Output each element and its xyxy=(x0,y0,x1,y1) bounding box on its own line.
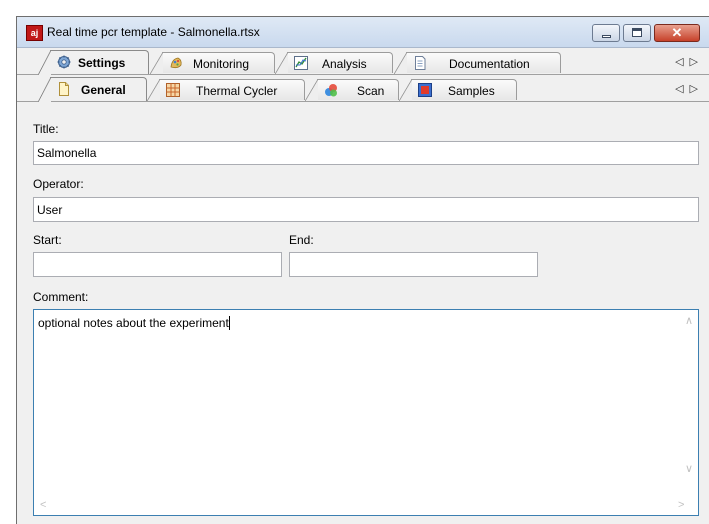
tab-settings-label: Settings xyxy=(78,56,126,70)
minimize-icon xyxy=(602,35,611,38)
window-title: Real time pcr template - Salmonella.rtsx xyxy=(47,25,260,39)
monitoring-icon xyxy=(170,57,182,69)
tab-scan-label: Scan xyxy=(357,84,385,98)
general-page-icon xyxy=(59,82,69,96)
tab-monitoring-label: Monitoring xyxy=(193,57,250,71)
comment-text: optional notes about the experiment xyxy=(38,316,229,330)
tab-thermal-cycler-label: Thermal Cycler xyxy=(196,84,278,98)
tab-analysis[interactable]: Analysis xyxy=(275,52,393,74)
thermal-cycler-grid-icon xyxy=(166,83,180,97)
vertical-scrollbar[interactable]: ∧ ∨ xyxy=(681,310,698,497)
close-button[interactable]: ✕ xyxy=(654,24,700,42)
tab-scan[interactable]: Scan xyxy=(305,79,399,101)
minimize-button[interactable] xyxy=(592,24,620,42)
samples-icon xyxy=(418,83,432,97)
title-label: Title: xyxy=(33,122,59,136)
text-caret xyxy=(228,316,230,330)
maximize-icon xyxy=(632,28,642,37)
tab-documentation-label: Documentation xyxy=(449,57,530,71)
scan-icon xyxy=(325,84,337,97)
tab-monitoring[interactable]: Monitoring xyxy=(150,52,275,74)
tab-analysis-label: Analysis xyxy=(322,57,367,71)
tab-samples-label: Samples xyxy=(448,84,495,98)
end-field[interactable] xyxy=(289,252,538,277)
operator-label: Operator: xyxy=(33,177,84,191)
document-icon xyxy=(415,56,426,70)
close-icon: ✕ xyxy=(671,25,683,40)
tab-samples[interactable]: Samples xyxy=(399,79,517,101)
tab-settings[interactable]: Settings xyxy=(38,50,149,75)
tab-thermal-cycler[interactable]: Thermal Cycler xyxy=(147,79,305,101)
scroll-down-icon[interactable]: ∨ xyxy=(685,462,693,475)
title-bar[interactable]: aj Real time pcr template - Salmonella.r… xyxy=(17,17,709,48)
comment-label: Comment: xyxy=(33,290,89,304)
end-label: End: xyxy=(289,233,314,247)
analysis-chart-icon xyxy=(294,56,308,70)
scroll-right-icon[interactable]: > xyxy=(678,499,684,511)
horizontal-scrollbar[interactable]: < > xyxy=(34,497,698,515)
subtab-scroll-arrows[interactable]: ◁▷ xyxy=(675,82,704,95)
tab-general-label: General xyxy=(81,83,126,97)
app-window: aj Real time pcr template - Salmonella.r… xyxy=(16,16,709,524)
start-label: Start: xyxy=(33,233,62,247)
tab-documentation[interactable]: Documentation xyxy=(394,52,561,74)
gear-icon xyxy=(57,55,71,69)
sub-tab-bar: General Thermal Cycler Scan Samples ◁▷ xyxy=(17,75,709,102)
operator-field[interactable] xyxy=(33,197,699,222)
main-tab-bar: Settings Monitoring Analysis Documentati… xyxy=(17,48,709,75)
title-field[interactable] xyxy=(33,141,699,165)
scroll-up-icon[interactable]: ∧ xyxy=(685,314,693,327)
comment-textarea[interactable]: optional notes about the experiment ∧ ∨ … xyxy=(33,309,699,516)
app-icon: aj xyxy=(26,25,43,41)
maximize-button[interactable] xyxy=(623,24,651,42)
scroll-left-icon[interactable]: < xyxy=(40,499,46,511)
tab-scroll-arrows[interactable]: ◁▷ xyxy=(675,55,704,68)
start-field[interactable] xyxy=(33,252,282,277)
tab-general[interactable]: General xyxy=(38,77,147,102)
